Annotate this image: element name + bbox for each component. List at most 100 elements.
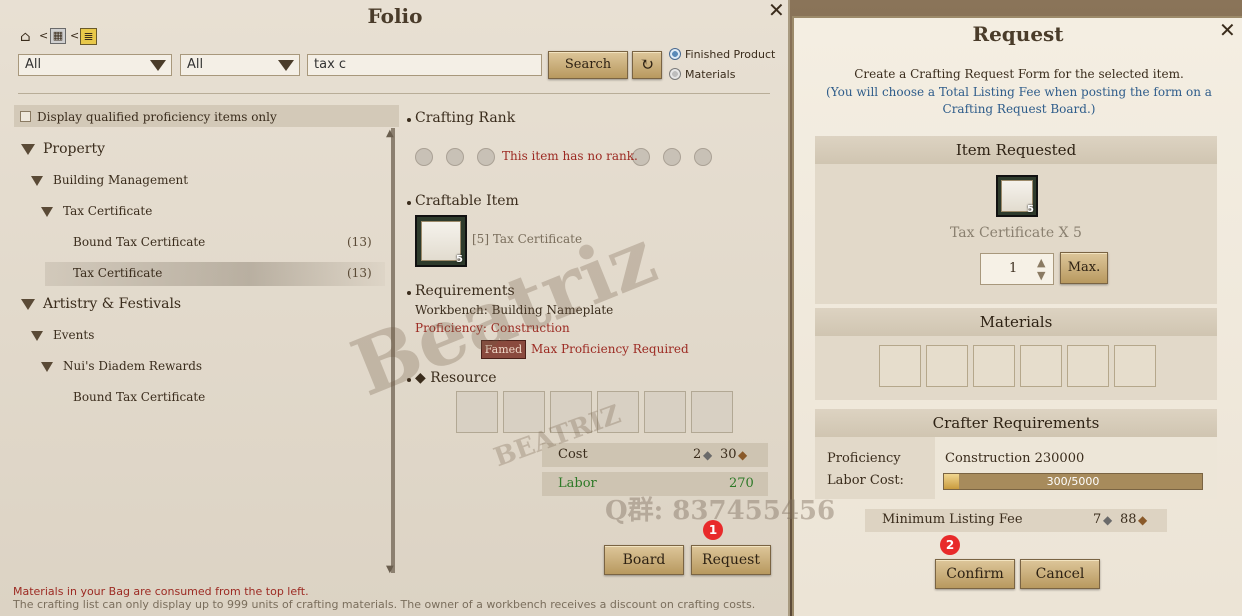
item-requested-heading: Item Requested <box>815 136 1217 164</box>
tree-item-events[interactable]: Events <box>53 328 94 342</box>
tax-certificate-icon-face <box>421 221 461 261</box>
folio-title: Folio <box>367 4 423 28</box>
category-dropdown[interactable]: All <box>18 54 172 76</box>
refresh-icon[interactable]: ↻ <box>632 51 662 79</box>
chevron-down-icon <box>150 60 166 71</box>
crafter-requirements-heading: Crafter Requirements <box>815 409 1217 437</box>
expand-icon[interactable] <box>31 331 43 341</box>
craftable-item-heading: Craftable Item <box>415 193 519 209</box>
tree-item-bound-tax-certificate-2[interactable]: Bound Tax Certificate <box>73 390 205 404</box>
materials-radio[interactable] <box>669 68 681 80</box>
grid-icon[interactable]: ▦ <box>50 28 66 44</box>
item-quantity-badge: 5 <box>1027 204 1034 215</box>
board-button[interactable]: Board <box>604 545 684 575</box>
proficiency-text: Proficiency: Construction <box>415 321 570 335</box>
expand-icon[interactable] <box>31 176 43 186</box>
copper-coin-icon: ◆ <box>738 448 748 462</box>
search-button[interactable]: Search <box>548 51 628 79</box>
item-count: (13) <box>347 235 372 249</box>
close-icon[interactable]: ✕ <box>1219 20 1236 40</box>
breadcrumb: ⌂ < ▦ < ≣ <box>18 28 100 46</box>
bullet <box>407 378 411 382</box>
close-icon[interactable]: ✕ <box>768 0 785 20</box>
copper-coin-icon: ◆ <box>1138 513 1148 527</box>
requirements-heading: Requirements <box>415 283 515 299</box>
resource-slot[interactable] <box>550 391 592 433</box>
tree-item-artistry[interactable]: Artistry & Festivals <box>43 296 181 312</box>
max-proficiency-text: Max Proficiency Required <box>531 342 689 356</box>
material-slot[interactable] <box>1114 345 1156 387</box>
materials-radio-label: Materials <box>685 68 736 81</box>
material-slot[interactable] <box>879 345 921 387</box>
finished-product-label: Finished Product <box>685 48 776 61</box>
crafting-rank-heading: Crafting Rank <box>415 110 516 126</box>
resource-slot[interactable] <box>456 391 498 433</box>
decrement-icon[interactable]: ▼ <box>1037 269 1045 282</box>
resource-slot[interactable] <box>644 391 686 433</box>
rank-dot <box>694 148 712 166</box>
bullet <box>407 291 411 295</box>
chevron-down-icon <box>278 60 294 71</box>
expand-icon[interactable] <box>41 207 53 217</box>
rank-dot <box>477 148 495 166</box>
cost-label: Cost <box>558 447 588 462</box>
labor-progress-bar: 300/5000 <box>943 473 1203 490</box>
tree-item-building-management[interactable]: Building Management <box>53 173 188 187</box>
request-title: Request <box>972 22 1064 46</box>
request-note: (You will choose a Total Listing Fee whe… <box>826 85 1212 116</box>
quantity-stepper[interactable]: 1 ▲ ▼ <box>980 253 1054 285</box>
expand-icon[interactable] <box>21 144 35 155</box>
tax-certificate-icon[interactable]: 5 <box>996 175 1038 217</box>
breadcrumb-separator: < <box>39 29 49 42</box>
expand-icon[interactable] <box>41 362 53 372</box>
divider <box>18 93 770 94</box>
finished-product-radio[interactable] <box>669 48 681 60</box>
material-slot[interactable] <box>926 345 968 387</box>
tree-item-bound-tax-certificate[interactable]: Bound Tax Certificate <box>73 235 205 249</box>
request-description: Create a Crafting Request Form for the s… <box>854 67 1184 81</box>
proficiency-label: Proficiency <box>827 451 901 466</box>
checkbox-label: Display qualified proficiency items only <box>37 110 277 124</box>
resource-slot[interactable] <box>691 391 733 433</box>
step-marker-2: 2 <box>940 535 960 555</box>
subcategory-dropdown-value: All <box>187 57 204 72</box>
quantity-value: 1 <box>1009 261 1018 276</box>
resource-slot[interactable] <box>597 391 639 433</box>
tree-item-property[interactable]: Property <box>43 141 105 157</box>
tree-item-tax-certificate-group[interactable]: Tax Certificate <box>63 204 152 218</box>
subcategory-dropdown[interactable]: All <box>180 54 300 76</box>
workbench-text: Workbench: Building Nameplate <box>415 303 614 317</box>
proficiency-value: Construction 230000 <box>945 451 1085 466</box>
category-dropdown-value: All <box>25 57 42 72</box>
footer-note-bag: Materials in your Bag are consumed from … <box>13 585 309 598</box>
resource-slot[interactable] <box>503 391 545 433</box>
materials-heading: Materials <box>815 308 1217 336</box>
item-quantity-badge: 5 <box>456 254 463 265</box>
expand-icon[interactable] <box>21 299 35 310</box>
scroll-down-icon[interactable]: ▼ <box>386 564 394 575</box>
cancel-button[interactable]: Cancel <box>1020 559 1100 589</box>
max-button[interactable]: Max. <box>1060 252 1108 284</box>
search-input[interactable]: tax c <box>307 54 542 76</box>
request-button[interactable]: Request <box>691 545 771 575</box>
labor-label: Labor <box>558 476 597 491</box>
list-icon[interactable]: ≣ <box>80 28 97 45</box>
material-slot[interactable] <box>1067 345 1109 387</box>
labor-progress-text: 300/5000 <box>1046 475 1100 488</box>
folio-window: Folio ✕ ⌂ < ▦ < ≣ All All tax c Search ↻… <box>0 0 790 616</box>
material-slot[interactable] <box>1020 345 1062 387</box>
tax-certificate-icon[interactable]: 5 <box>415 215 467 267</box>
tree-item-nuis-diadem[interactable]: Nui's Diadem Rewards <box>63 359 202 373</box>
material-slot[interactable] <box>973 345 1015 387</box>
proficiency-checkbox[interactable] <box>20 111 31 122</box>
labor-value: 270 <box>729 476 754 491</box>
no-rank-text: This item has no rank. <box>502 149 638 163</box>
scrollbar[interactable] <box>391 128 395 573</box>
tree-item-tax-certificate[interactable]: Tax Certificate <box>73 266 162 280</box>
home-icon[interactable]: ⌂ <box>20 29 36 45</box>
labor-cost-label: Labor Cost: <box>827 473 904 488</box>
scroll-up-icon[interactable]: ▲ <box>386 128 394 139</box>
confirm-button[interactable]: Confirm <box>935 559 1015 589</box>
increment-icon[interactable]: ▲ <box>1037 256 1045 269</box>
step-marker-1: 1 <box>703 520 723 540</box>
